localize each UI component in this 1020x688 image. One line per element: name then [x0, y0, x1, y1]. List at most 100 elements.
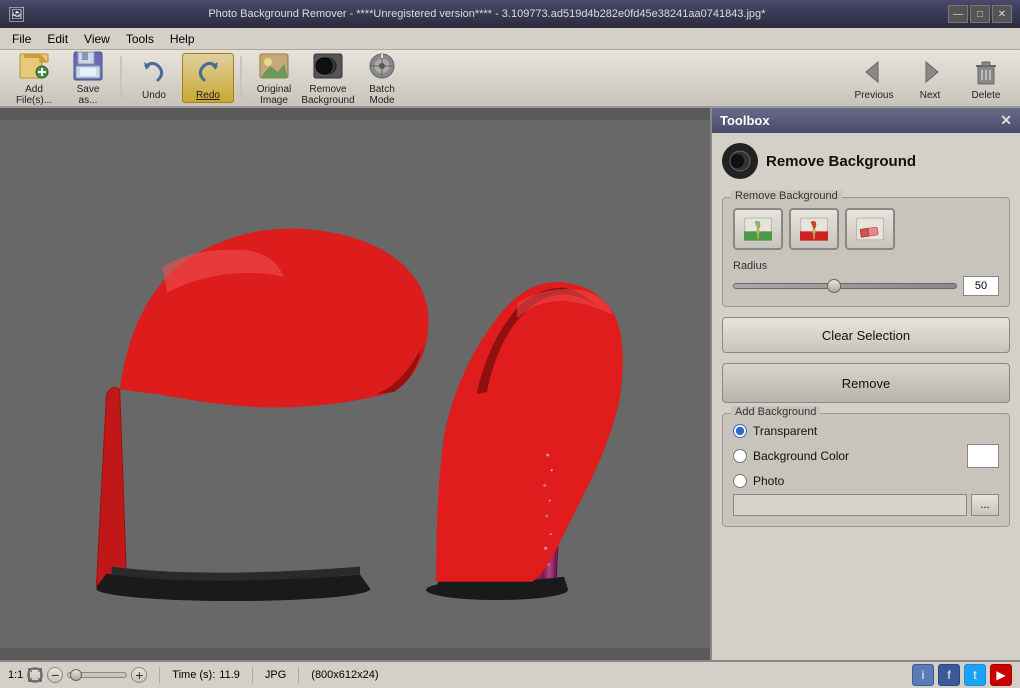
next-icon — [914, 56, 946, 88]
social-icons: i f t ▶ — [912, 664, 1012, 686]
keep-brush-button[interactable] — [733, 208, 783, 250]
section-icon — [722, 143, 758, 179]
add-file-icon — [18, 50, 50, 82]
twitter-icon: t — [973, 668, 976, 682]
photo-path-field[interactable] — [733, 494, 967, 516]
remove-bg-legend: Remove Background — [731, 190, 842, 202]
delete-button[interactable]: Delete — [960, 53, 1012, 103]
bg-color-row: Background Color — [733, 444, 999, 468]
status-bar: 1:1 − + Time (s): 11.9 JPG (800x6 — [0, 660, 1020, 688]
zoom-out-icon: − — [51, 668, 59, 682]
add-file-label: AddFile(s)... — [16, 84, 52, 106]
toolbar-sep-2 — [240, 56, 242, 100]
redo-button[interactable]: Redo — [182, 53, 234, 103]
previous-icon — [858, 56, 890, 88]
window-controls: — □ ✕ — [948, 5, 1012, 23]
remove-bg-group: Remove Background — [722, 197, 1010, 307]
color-swatch[interactable] — [967, 444, 999, 468]
zoom-fit-icon — [28, 668, 42, 682]
radius-row: 50 — [733, 276, 999, 296]
toolbox-panel: Toolbox ✕ Remove Background Remove Backg… — [710, 108, 1020, 660]
original-image-icon — [258, 50, 290, 82]
app-icon: 🖼 — [8, 6, 26, 23]
status-divider-1 — [159, 667, 160, 683]
close-button[interactable]: ✕ — [992, 5, 1012, 23]
minimize-button[interactable]: — — [948, 5, 968, 23]
window-title: Photo Background Remover - ****Unregiste… — [26, 8, 948, 20]
facebook-button[interactable]: f — [938, 664, 960, 686]
eraser-button[interactable] — [845, 208, 895, 250]
remove-brush-button[interactable] — [789, 208, 839, 250]
add-file-button[interactable]: AddFile(s)... — [8, 53, 60, 103]
info-button[interactable]: i — [912, 664, 934, 686]
toolbox-title: Toolbox — [720, 113, 770, 128]
zoom-controls: 1:1 − + — [8, 667, 147, 683]
next-button[interactable]: Next — [904, 53, 956, 103]
canvas-area — [0, 108, 710, 660]
menu-file[interactable]: File — [4, 30, 39, 48]
tool-buttons-row — [733, 208, 999, 250]
transparent-label: Transparent — [753, 424, 817, 438]
maximize-button[interactable]: □ — [970, 5, 990, 23]
menu-help[interactable]: Help — [162, 30, 203, 48]
remove-background-button[interactable]: RemoveBackground — [302, 53, 354, 103]
youtube-button[interactable]: ▶ — [990, 664, 1012, 686]
photo-radio[interactable] — [733, 474, 747, 488]
zoom-slider-thumb[interactable] — [70, 669, 82, 681]
menu-view[interactable]: View — [76, 30, 118, 48]
time-label: Time (s): — [172, 669, 215, 681]
main-area: Toolbox ✕ Remove Background Remove Backg… — [0, 108, 1020, 660]
remove-bg-icon — [312, 50, 344, 82]
eraser-icon — [856, 215, 884, 243]
undo-label: Undo — [142, 90, 166, 101]
radius-slider-thumb[interactable] — [827, 279, 841, 293]
remove-button[interactable]: Remove — [722, 363, 1010, 403]
add-bg-legend: Add Background — [731, 406, 820, 418]
section-title-row: Remove Background — [722, 143, 1010, 179]
undo-button[interactable]: Undo — [128, 53, 180, 103]
previous-label: Previous — [855, 90, 894, 101]
keep-brush-icon — [744, 215, 772, 243]
info-icon: i — [922, 668, 925, 682]
toolbox-header: Toolbox ✕ — [712, 108, 1020, 133]
zoom-fit-button[interactable] — [27, 667, 43, 683]
twitter-button[interactable]: t — [964, 664, 986, 686]
previous-button[interactable]: Previous — [848, 53, 900, 103]
clear-selection-label: Clear Selection — [822, 328, 910, 343]
save-as-label: Saveas... — [77, 84, 100, 106]
undo-icon — [138, 56, 170, 88]
title-bar: 🖼 Photo Background Remover - ****Unregis… — [0, 0, 1020, 28]
zoom-out-button[interactable]: − — [47, 667, 63, 683]
dimensions-label: (800x612x24) — [311, 669, 378, 681]
transparent-row: Transparent — [733, 424, 999, 438]
youtube-icon: ▶ — [996, 668, 1005, 682]
section-main-title: Remove Background — [766, 153, 916, 170]
menu-edit[interactable]: Edit — [39, 30, 76, 48]
save-as-button[interactable]: Saveas... — [62, 53, 114, 103]
zoom-slider[interactable] — [67, 672, 127, 678]
add-background-group: Add Background Transparent Background Co… — [722, 413, 1010, 527]
photo-input-row: ... — [733, 494, 999, 516]
status-format: JPG — [265, 669, 286, 681]
toolbar-right: Previous Next Delete — [848, 53, 1012, 103]
photo-row: Photo — [733, 474, 999, 488]
zoom-in-icon: + — [135, 668, 143, 682]
bg-color-radio[interactable] — [733, 449, 747, 463]
radius-slider[interactable] — [733, 283, 957, 289]
status-time: Time (s): 11.9 — [172, 669, 240, 681]
transparent-radio[interactable] — [733, 424, 747, 438]
zoom-in-button[interactable]: + — [131, 667, 147, 683]
radius-input[interactable]: 50 — [963, 276, 999, 296]
menu-tools[interactable]: Tools — [118, 30, 162, 48]
original-image-button[interactable]: OriginalImage — [248, 53, 300, 103]
toolbox-body: Remove Background Remove Background — [712, 133, 1020, 660]
toolbox-close-button[interactable]: ✕ — [1000, 112, 1012, 129]
radius-label: Radius — [733, 260, 999, 272]
remove-bg-label: RemoveBackground — [301, 84, 354, 106]
next-label: Next — [920, 90, 941, 101]
time-value: 11.9 — [219, 669, 240, 681]
clear-selection-button[interactable]: Clear Selection — [722, 317, 1010, 353]
photo-browse-button[interactable]: ... — [971, 494, 999, 516]
batch-mode-button[interactable]: BatchMode — [356, 53, 408, 103]
delete-icon — [970, 56, 1002, 88]
